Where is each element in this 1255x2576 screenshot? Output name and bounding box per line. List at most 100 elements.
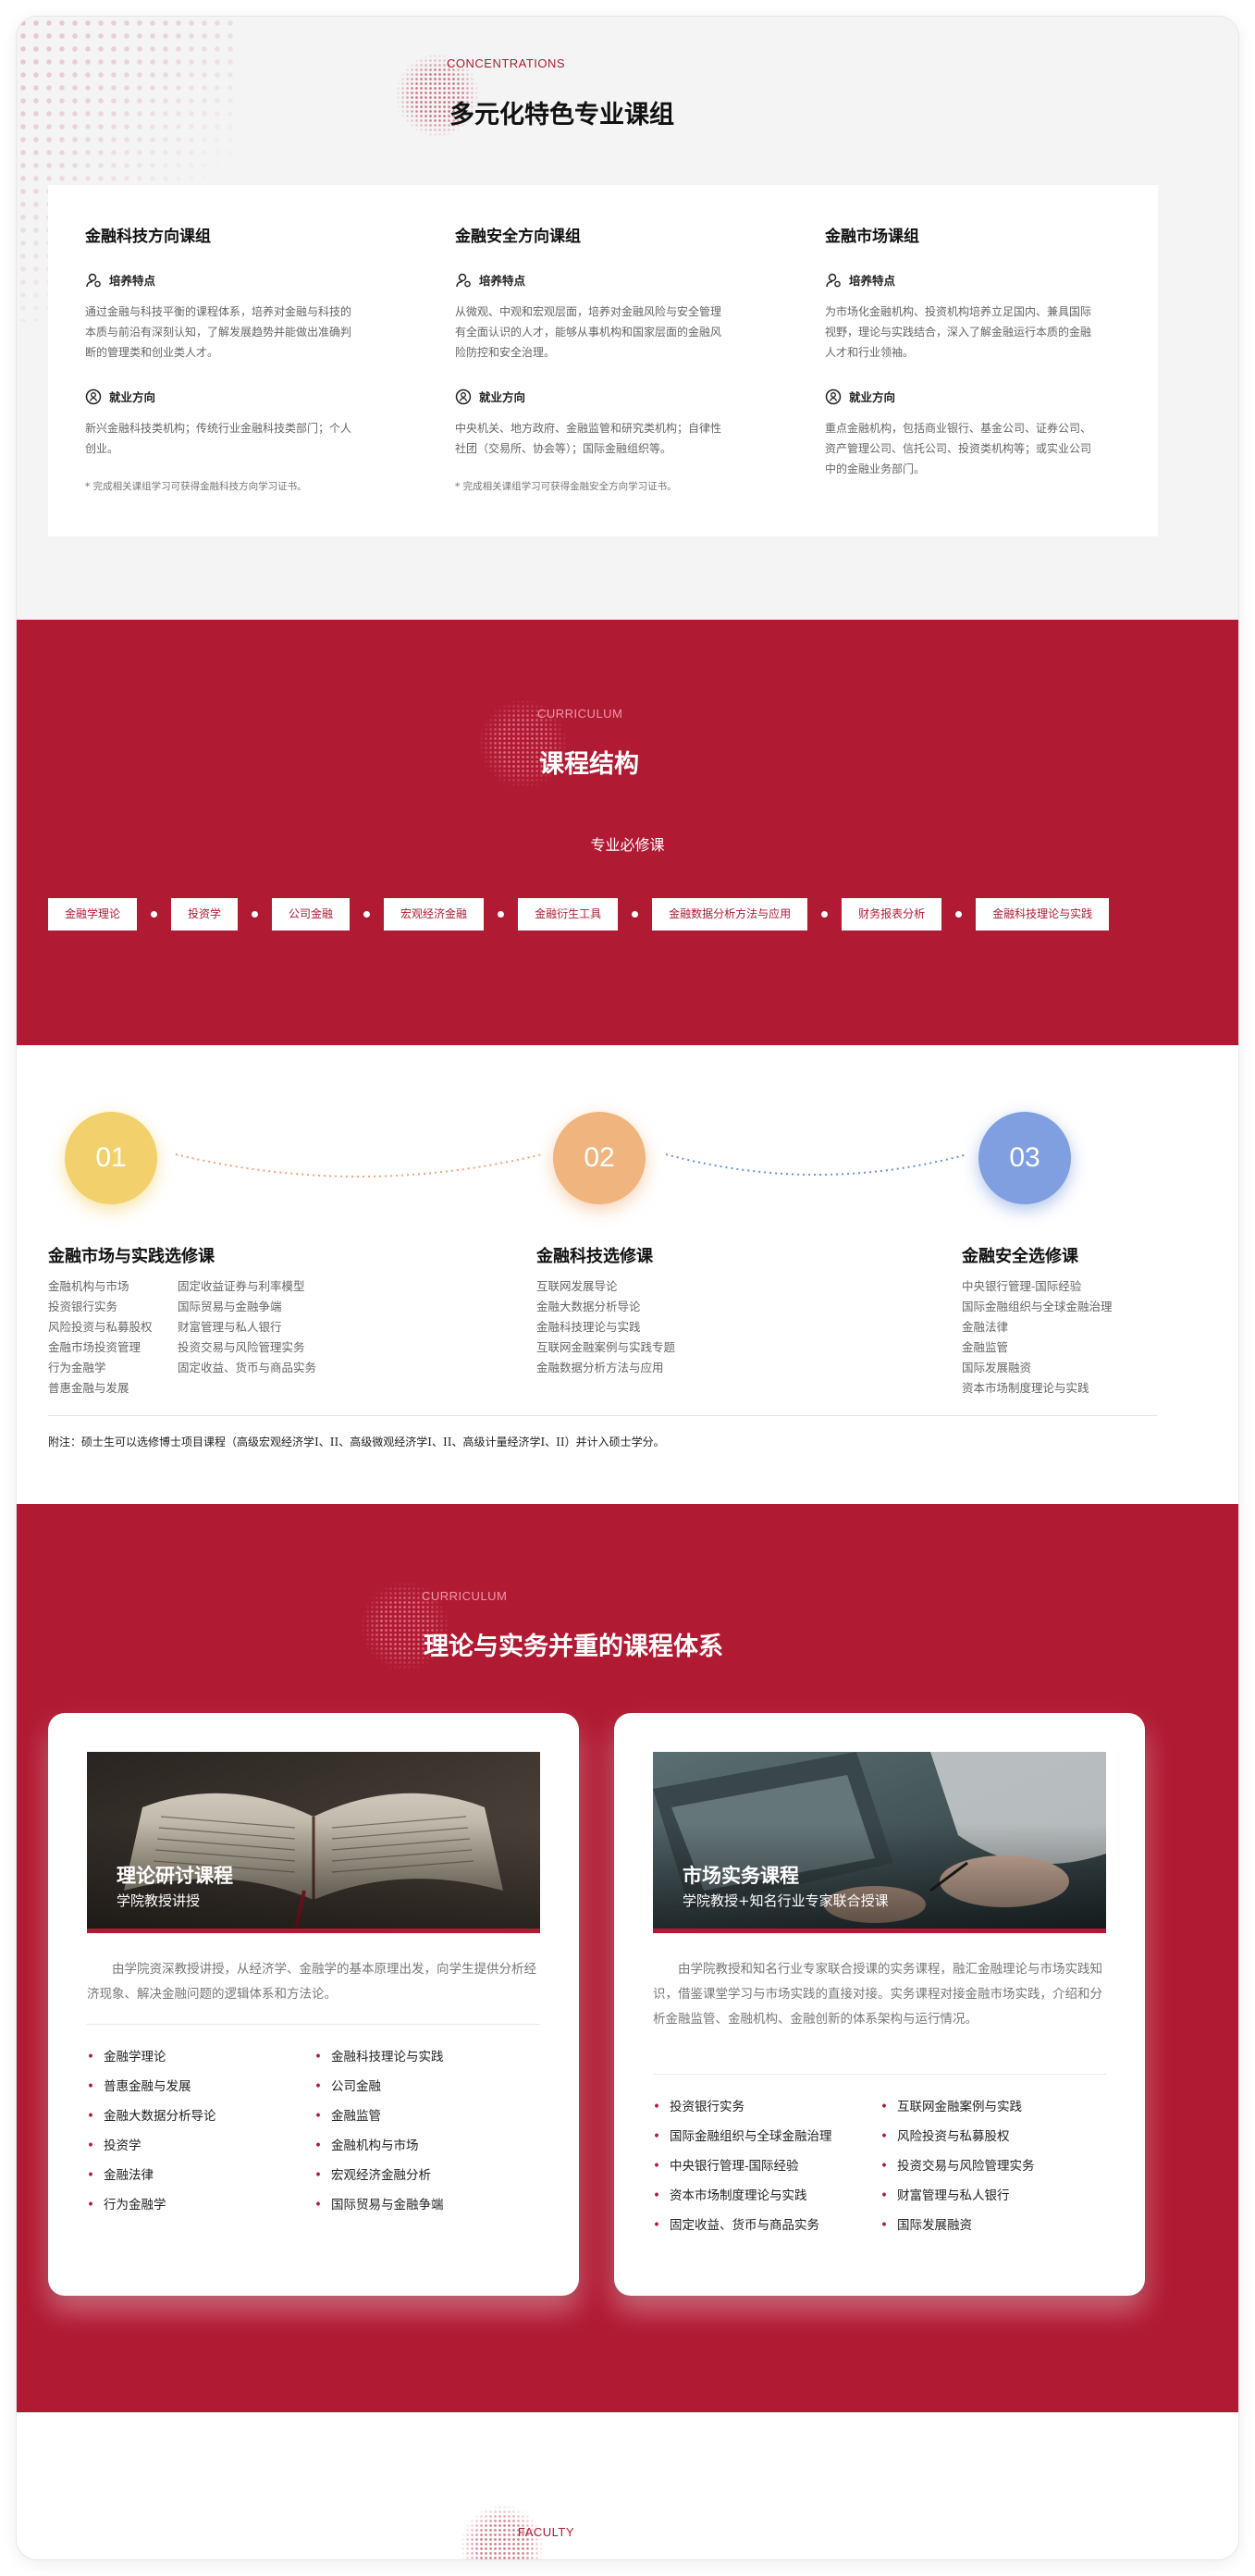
career-label: 就业方向 xyxy=(849,390,896,404)
course-item: 金融法律 xyxy=(87,2161,215,2190)
course-tag: 金融科技理论与实践 xyxy=(976,898,1110,931)
course-item: 行为金融学 xyxy=(87,2190,215,2220)
career-heading: 就业方向 xyxy=(85,388,363,405)
career-heading: 就业方向 xyxy=(455,388,732,405)
career-text: 中央机关、地方政府、金融监管和研究类机构；自律性社团（交易所、协会等）；国际金融… xyxy=(455,422,722,455)
separator-dot xyxy=(498,911,505,918)
course-tag: 金融学理论 xyxy=(48,898,138,931)
electives-section: 01 02 03 金融市场与实践选修课 金融机构与市场 投资银行实务 风险投资与… xyxy=(17,1045,1238,1504)
separator-dot xyxy=(955,911,963,918)
concentration-column: 金融安全方向课组 培养特点 从微观、中观和宏观层面，培养对金融风险与安全管理有全… xyxy=(455,185,732,493)
course-item: 金融监管 xyxy=(314,2101,443,2131)
course-item: 互联网金融案例与实践 xyxy=(880,2092,1034,2122)
course-list: 金融科技理论与实践 公司金融 金融监管 金融机构与市场 宏观经济金融分析 国际贸… xyxy=(314,2042,444,2220)
course-tag: 公司金融 xyxy=(272,898,351,931)
course-card-theory: 理论研讨课程 学院教授讲授 由学院资深教授讲授，从经济学、金融学的基本原理出发，… xyxy=(48,1713,579,2296)
elective-item: 行为金融学 xyxy=(48,1361,106,1374)
step-number-circle: 01 xyxy=(65,1112,157,1204)
career-heading: 就业方向 xyxy=(825,388,1102,405)
section-title: 多元化特色专业课组 xyxy=(449,101,674,129)
elective-group-title: 金融市场与实践选修课 xyxy=(48,1247,215,1266)
career-label: 就业方向 xyxy=(109,390,156,404)
course-item: 国际金融组织与全球金融治理 xyxy=(653,2122,832,2151)
card-subtitle: 学院教授讲授 xyxy=(117,1892,201,1909)
section-eyebrow: FACULTY xyxy=(518,2525,575,2539)
elective-item: 金融监管 xyxy=(962,1340,1009,1354)
course-item: 风险投资与私募股权 xyxy=(880,2122,1034,2151)
course-tag: 金融衍生工具 xyxy=(518,898,619,931)
elective-item: 固定收益证券与利率模型 xyxy=(178,1279,305,1293)
concentrations-panel: 金融科技方向课组 培养特点 通过金融与科技平衡的课程体系，培养对金融与科技的本质… xyxy=(48,185,1158,536)
faculty-section: FACULTY xyxy=(17,2412,1238,2559)
elective-list: 金融机构与市场 投资银行实务 风险投资与私募股权 金融市场投资管理 行为金融学 … xyxy=(48,1276,153,1399)
training-heading: 培养特点 xyxy=(455,271,732,289)
person-icon xyxy=(826,273,841,287)
course-item: 投资交易与风险管理实务 xyxy=(880,2151,1035,2181)
career-icon xyxy=(825,388,842,404)
elective-item: 金融科技理论与实践 xyxy=(536,1320,641,1334)
card-description: 由学院教授和知名行业专家联合授课的实务课程，融汇金融理论与市场实践知识，借鉴课堂… xyxy=(653,1962,1102,2027)
course-item: 中央银行管理-国际经验 xyxy=(653,2151,831,2181)
required-course-tags: 金融学理论 投资学 公司金融 宏观经济金融 金融衍生工具 金融数据分析方法与应用… xyxy=(48,898,1110,931)
training-label: 培养特点 xyxy=(849,274,896,288)
course-list: 互联网金融案例与实践 风险投资与私募股权 投资交易与风险管理实务 财富管理与私人… xyxy=(880,2092,1035,2240)
elective-footnote: 附注：硕士生可以选修博士项目课程（高级宏观经济学I、II、高级微观经济学I、II… xyxy=(48,1436,665,1448)
course-item: 金融科技理论与实践 xyxy=(314,2042,444,2072)
course-item: 固定收益、货币与商品实务 xyxy=(653,2211,831,2240)
elective-item: 互联网金融案例与实践专题 xyxy=(536,1340,676,1354)
course-item: 金融机构与市场 xyxy=(314,2131,443,2161)
elective-item: 金融机构与市场 xyxy=(48,1279,129,1293)
career-label: 就业方向 xyxy=(479,390,526,404)
dotted-connector xyxy=(665,1153,968,1176)
concentrations-section: CONCENTRATIONS 多元化特色专业课组 金融科技方向课组 培养特点 通… xyxy=(17,17,1238,620)
elective-item: 互联网发展导论 xyxy=(536,1279,618,1293)
course-list: 金融学理论 普惠金融与发展 金融大数据分析导论 投资学 金融法律 行为金融学 xyxy=(87,2042,216,2220)
elective-item: 中央银行管理-国际经验 xyxy=(962,1279,1082,1293)
separator-dot xyxy=(632,911,639,918)
course-item: 宏观经济金融分析 xyxy=(314,2161,443,2190)
course-item: 投资学 xyxy=(87,2131,215,2161)
career-icon xyxy=(85,388,102,404)
page-frame: CONCENTRATIONS 多元化特色专业课组 金融科技方向课组 培养特点 通… xyxy=(17,17,1238,2559)
concentration-column: 金融市场课组 培养特点 为市场化金融机构、投资机构培养立足国内、兼具国际视野，理… xyxy=(825,185,1102,479)
career-icon xyxy=(455,388,472,404)
card-description: 由学院资深教授讲授，从经济学、金融学的基本原理出发，向学生提供分析经济现象、解决… xyxy=(87,1962,536,2002)
training-heading: 培养特点 xyxy=(85,271,363,289)
divider xyxy=(653,2074,1106,2075)
elective-item: 资本市场制度理论与实践 xyxy=(962,1381,1089,1395)
curriculum-section: CURRICULUM 课程结构 专业必修课 金融学理论 投资学 公司金融 宏观经… xyxy=(17,620,1238,1045)
training-text: 从微观、中观和宏观层面，培养对金融风险与安全管理有全面认识的人才，能够从事机构和… xyxy=(455,305,722,359)
course-tag: 宏观经济金融 xyxy=(384,898,485,931)
course-item: 财富管理与私人银行 xyxy=(880,2181,1034,2211)
elective-item: 金融大数据分析导论 xyxy=(536,1300,641,1313)
card-banner: 市场实务课程 学院教授+知名行业专家联合授课 xyxy=(653,1752,1106,1933)
practice-section: CURRICULUM 理论与实务并重的课程体系 理论研讨课程 学院教授讲授 由学… xyxy=(17,1504,1238,2412)
career-text: 重点金融机构，包括商业银行、基金公司、证券公司、资产管理公司、信托公司、投资类机… xyxy=(825,422,1092,475)
elective-item: 投资银行实务 xyxy=(48,1300,118,1313)
elective-item: 固定收益、货币与商品实务 xyxy=(178,1361,317,1374)
certificate-note: * 完成相关课组学习可获得金融安全方向学习证书。 xyxy=(455,481,677,492)
elective-item: 金融市场投资管理 xyxy=(48,1340,141,1354)
concentration-title: 金融科技方向课组 xyxy=(85,228,211,246)
elective-list: 固定收益证券与利率模型 国际贸易与金融争端 财富管理与私人银行 投资交易与风险管… xyxy=(178,1276,316,1378)
elective-item: 风险投资与私募股权 xyxy=(48,1320,153,1334)
card-banner: 理论研讨课程 学院教授讲授 xyxy=(87,1752,540,1933)
elective-group-title: 金融安全选修课 xyxy=(962,1247,1078,1266)
concentration-title: 金融市场课组 xyxy=(825,228,919,246)
concentration-title: 金融安全方向课组 xyxy=(455,228,581,246)
dotted-connector xyxy=(175,1153,543,1177)
course-item: 普惠金融与发展 xyxy=(87,2072,215,2101)
elective-item: 国际贸易与金融争端 xyxy=(178,1300,282,1313)
elective-item: 金融法律 xyxy=(962,1320,1009,1334)
course-item: 金融大数据分析导论 xyxy=(87,2101,216,2131)
section-eyebrow: CURRICULUM xyxy=(422,1589,508,1603)
card-title: 理论研讨课程 xyxy=(117,1864,233,1887)
course-tag: 财务报表分析 xyxy=(842,898,942,931)
course-card-practice: 市场实务课程 学院教授+知名行业专家联合授课 由学院教授和知名行业专家联合授课的… xyxy=(614,1713,1145,2296)
course-item: 投资银行实务 xyxy=(653,2092,831,2122)
course-item: 资本市场制度理论与实践 xyxy=(653,2181,831,2211)
elective-list: 中央银行管理-国际经验 国际金融组织与全球金融治理 金融法律 金融监管 国际发展… xyxy=(962,1276,1113,1399)
separator-dot xyxy=(252,911,259,918)
card-title: 市场实务课程 xyxy=(683,1864,799,1887)
certificate-note: * 完成相关课组学习可获得金融科技方向学习证书。 xyxy=(85,481,307,492)
